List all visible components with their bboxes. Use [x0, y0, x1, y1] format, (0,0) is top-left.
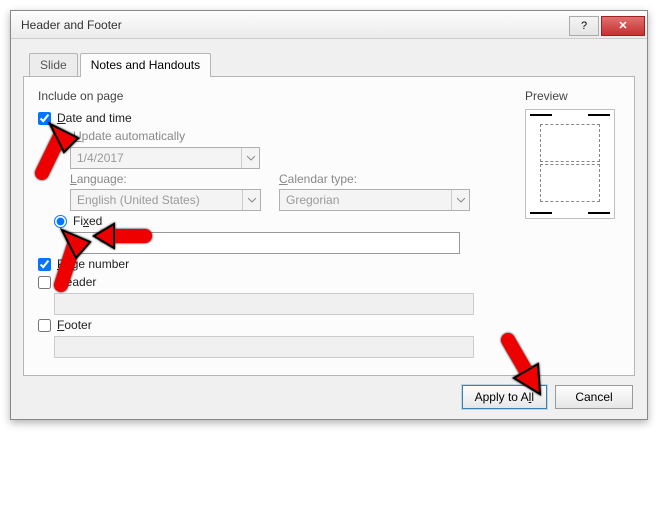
calendar-label: Calendar type: — [279, 172, 470, 187]
preview-content-top — [540, 124, 600, 162]
chevron-down-icon — [241, 148, 259, 168]
pagenum-row: Page number — [38, 257, 620, 272]
apply-to-all-button[interactable]: Apply to All — [462, 385, 547, 409]
header-input[interactable] — [54, 293, 474, 315]
date-dropdown-value: 1/4/2017 — [77, 151, 124, 165]
preview-header-left — [530, 114, 552, 116]
update-auto-radio[interactable] — [54, 130, 67, 143]
fixed-label: Fixed — [73, 214, 102, 229]
footer-input-row — [54, 336, 620, 358]
header-input-row — [54, 293, 620, 315]
tab-slide[interactable]: Slide — [29, 53, 78, 76]
tabs: Slide Notes and Handouts Include on page… — [23, 53, 635, 376]
dialog-buttons: Apply to All Cancel — [462, 385, 633, 409]
window-title: Header and Footer — [21, 18, 569, 32]
close-button[interactable]: ✕ — [601, 16, 645, 36]
header-label: Header — [57, 275, 96, 290]
fixed-input[interactable] — [70, 232, 460, 254]
cancel-button[interactable]: Cancel — [555, 385, 633, 409]
preview-header-right — [588, 114, 610, 116]
text-cursor — [75, 236, 76, 250]
tabpage-notes: Include on page Date and time Update aut… — [23, 76, 635, 376]
titlebar: Header and Footer ? ✕ — [11, 11, 647, 39]
calendar-dropdown[interactable]: Gregorian — [279, 189, 470, 211]
tabstrip: Slide Notes and Handouts — [29, 53, 635, 76]
header-row: Header — [38, 275, 620, 290]
date-dropdown[interactable]: 1/4/2017 — [70, 147, 260, 169]
datetime-checkbox[interactable] — [38, 112, 51, 125]
preview-label: Preview — [525, 89, 620, 103]
fixed-input-row — [70, 232, 620, 254]
chevron-down-icon — [451, 190, 469, 210]
datetime-label: Date and time — [57, 111, 132, 126]
preview-content-bottom — [540, 164, 600, 202]
language-dropdown[interactable]: English (United States) — [70, 189, 261, 211]
fixed-radio[interactable] — [54, 215, 67, 228]
pagenum-label: Page number — [57, 257, 129, 272]
footer-input[interactable] — [54, 336, 474, 358]
pagenum-checkbox[interactable] — [38, 258, 51, 271]
tab-notes-handouts[interactable]: Notes and Handouts — [80, 53, 211, 76]
preview-thumbnail — [525, 109, 615, 219]
language-col: Language: English (United States) — [70, 172, 261, 211]
calendar-dropdown-value: Gregorian — [286, 193, 339, 207]
language-label: Language: — [70, 172, 261, 187]
footer-checkbox[interactable] — [38, 319, 51, 332]
chevron-down-icon — [242, 190, 260, 210]
footer-row: Footer — [38, 318, 620, 333]
footer-label: Footer — [57, 318, 92, 333]
header-checkbox[interactable] — [38, 276, 51, 289]
preview-group: Preview — [525, 89, 620, 219]
update-auto-label: Update automatically — [73, 129, 185, 144]
preview-footer-right — [588, 212, 610, 214]
titlebar-buttons: ? ✕ — [569, 14, 647, 36]
dialog-client: Slide Notes and Handouts Include on page… — [11, 39, 647, 419]
language-dropdown-value: English (United States) — [77, 193, 200, 207]
calendar-col: Calendar type: Gregorian — [279, 172, 470, 211]
help-button[interactable]: ? — [569, 16, 599, 36]
preview-footer-left — [530, 212, 552, 214]
header-footer-dialog: Header and Footer ? ✕ Slide Notes and Ha… — [10, 10, 648, 420]
